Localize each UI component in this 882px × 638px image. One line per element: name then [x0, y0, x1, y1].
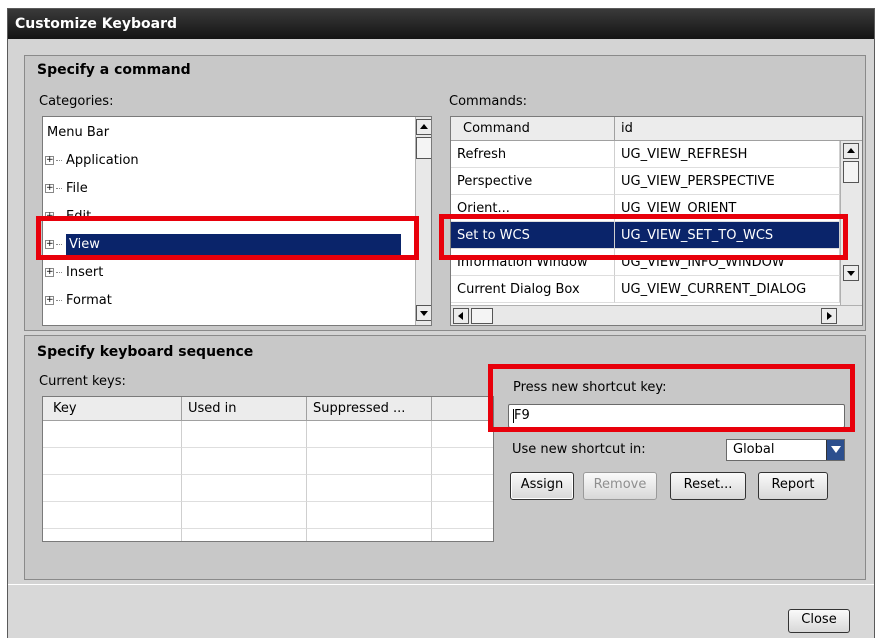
arrow-down-icon [847, 271, 855, 276]
category-item[interactable]: Menu Bar [45, 119, 413, 146]
key-cell [432, 421, 493, 448]
category-item[interactable]: + Application [45, 147, 413, 174]
key-cell [432, 475, 493, 502]
arrow-left-icon [458, 312, 463, 320]
column-header-id[interactable]: id [615, 117, 862, 141]
current-keys-list[interactable]: Key Used in Suppressed ... [42, 396, 494, 542]
column-header-extra [432, 397, 493, 421]
commands-header: Command id [451, 117, 862, 141]
commands-label: Commands: [449, 94, 527, 109]
customize-keyboard-dialog: Customize Keyboard Specify a command Cat… [7, 8, 875, 638]
dialog-footer: Close [8, 584, 874, 638]
command-row[interactable]: Refresh UG_VIEW_REFRESH [451, 141, 840, 168]
reset-button[interactable]: Reset... [670, 472, 746, 500]
column-header-suppressed[interactable]: Suppressed ... [307, 397, 432, 421]
dropdown-button[interactable] [826, 440, 844, 460]
command-name-cell: Current Dialog Box [451, 276, 615, 303]
category-item[interactable]: + Format [45, 287, 413, 314]
scroll-up-button[interactable] [416, 119, 431, 135]
arrow-right-icon [827, 312, 832, 320]
key-cell [307, 529, 432, 541]
h-scroll-thumb[interactable] [471, 308, 493, 324]
column-header-used-in[interactable]: Used in [182, 397, 307, 421]
key-cell [182, 475, 307, 502]
command-name-cell: Perspective [451, 168, 615, 195]
command-id-cell: UG_VIEW_REFRESH [615, 141, 840, 168]
category-label: File [66, 181, 88, 196]
highlight-shortcut-key [488, 364, 855, 432]
key-cell [432, 448, 493, 475]
key-cell [307, 475, 432, 502]
scroll-thumb[interactable] [843, 161, 859, 183]
tree-connector [56, 272, 62, 273]
column-header-command[interactable]: Command [451, 117, 615, 141]
category-label: Insert [66, 265, 104, 280]
key-cell [432, 529, 493, 541]
key-cell [43, 475, 182, 502]
dialog-title: Customize Keyboard [8, 9, 874, 39]
key-cell [182, 529, 307, 541]
arrow-up-icon [420, 124, 428, 129]
key-cell [432, 502, 493, 529]
expand-icon[interactable]: + [45, 296, 54, 305]
chevron-down-icon [831, 446, 841, 453]
category-label: Menu Bar [47, 125, 110, 140]
command-name-cell: Refresh [451, 141, 615, 168]
key-row[interactable] [43, 475, 493, 502]
command-id-cell: UG_VIEW_PERSPECTIVE [615, 168, 840, 195]
expand-icon[interactable]: + [45, 156, 54, 165]
key-row[interactable] [43, 529, 493, 541]
assign-button[interactable]: Assign [510, 472, 574, 500]
category-label: Application [66, 153, 139, 168]
expand-icon[interactable]: + [45, 268, 54, 277]
specify-keyboard-title: Specify keyboard sequence [37, 344, 254, 360]
report-button[interactable]: Report [758, 472, 828, 500]
command-id-cell: UG_VIEW_CURRENT_DIALOG [615, 276, 840, 303]
scroll-right-button[interactable] [821, 308, 837, 324]
expand-icon[interactable]: + [45, 184, 54, 193]
scroll-thumb[interactable] [416, 137, 431, 159]
key-row[interactable] [43, 502, 493, 529]
scroll-up-button[interactable] [843, 143, 859, 159]
category-label: Format [66, 293, 112, 308]
use-shortcut-select[interactable]: Global [726, 439, 845, 461]
key-cell [307, 421, 432, 448]
key-cell [307, 502, 432, 529]
key-cell [43, 529, 182, 541]
current-keys-label: Current keys: [39, 374, 126, 389]
use-shortcut-value: Global [733, 442, 775, 457]
specify-command-title: Specify a command [37, 62, 191, 78]
commands-h-scrollbar[interactable] [451, 305, 862, 325]
scroll-down-button[interactable] [416, 305, 431, 321]
highlight-view-category [36, 216, 419, 260]
command-row[interactable]: Perspective UG_VIEW_PERSPECTIVE [451, 168, 840, 195]
close-button[interactable]: Close [788, 609, 850, 633]
use-shortcut-label: Use new shortcut in: [512, 442, 646, 457]
scroll-down-button[interactable] [843, 265, 859, 281]
arrow-down-icon [420, 311, 428, 316]
current-keys-header: Key Used in Suppressed ... [43, 397, 493, 421]
key-cell [182, 502, 307, 529]
tree-connector [56, 188, 62, 189]
arrow-up-icon [847, 148, 855, 153]
key-cell [307, 448, 432, 475]
key-cell [43, 502, 182, 529]
tree-connector [56, 300, 62, 301]
category-item[interactable]: + File [45, 175, 413, 202]
key-row[interactable] [43, 448, 493, 475]
highlight-set-to-wcs-command [439, 214, 848, 260]
categories-label: Categories: [39, 94, 114, 109]
key-cell [43, 448, 182, 475]
key-cell [182, 448, 307, 475]
tree-connector [56, 160, 62, 161]
column-header-key[interactable]: Key [43, 397, 182, 421]
specify-command-group: Specify a command Categories: Commands: … [24, 55, 866, 331]
key-cell [182, 421, 307, 448]
category-item[interactable]: + Insert [45, 259, 413, 286]
key-cell [43, 421, 182, 448]
scroll-left-button[interactable] [453, 308, 469, 324]
key-row[interactable] [43, 421, 493, 448]
command-row[interactable]: Current Dialog Box UG_VIEW_CURRENT_DIALOG [451, 276, 840, 303]
remove-button[interactable]: Remove [583, 472, 657, 500]
